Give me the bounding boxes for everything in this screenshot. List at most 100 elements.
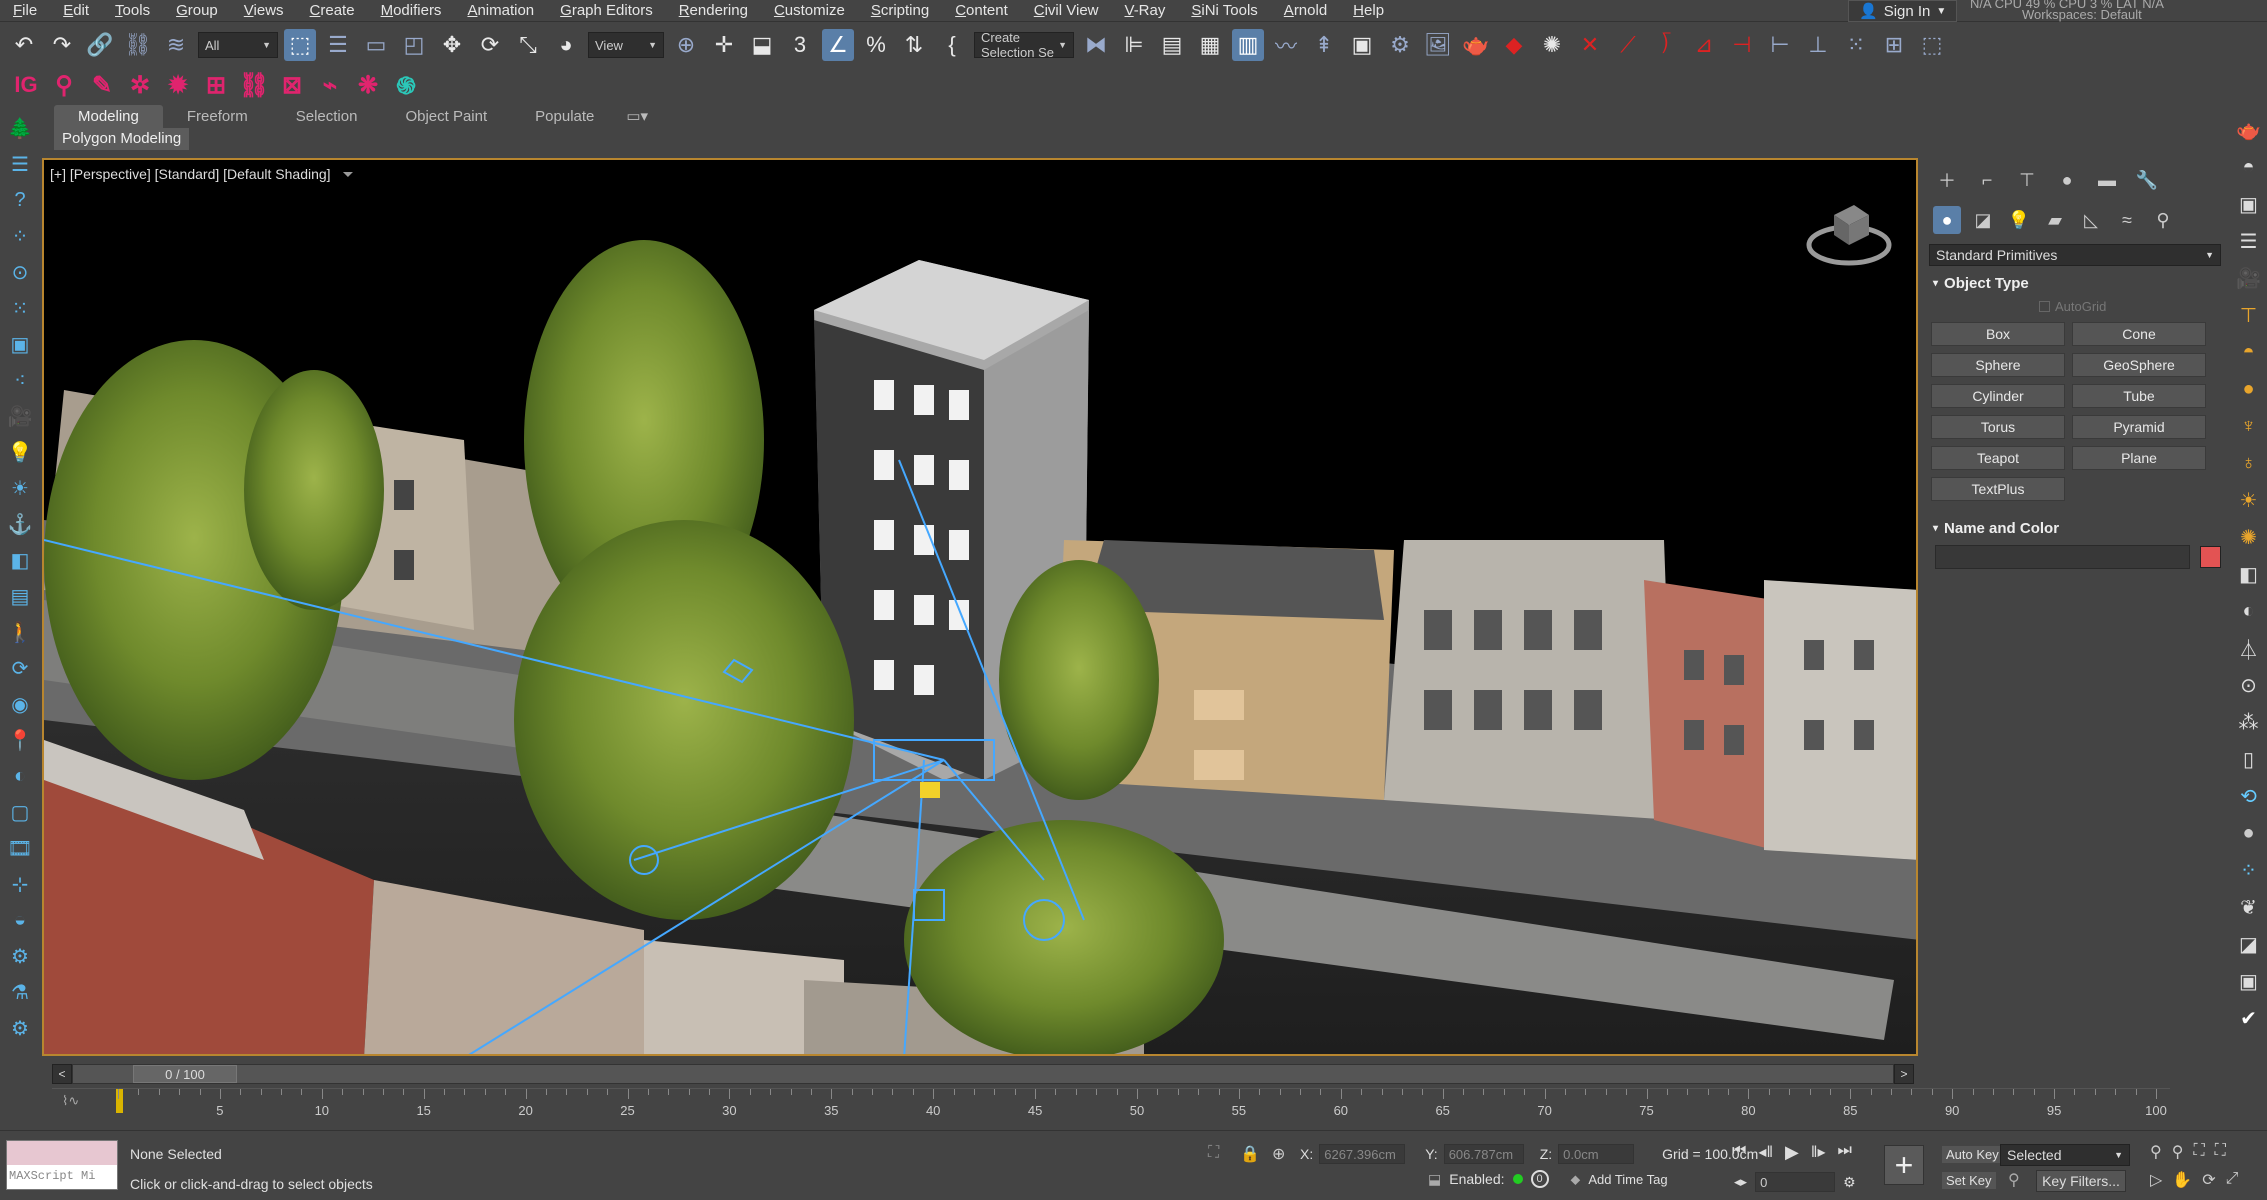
track-bar[interactable]: ⌇∿ 5 10 15 20 25 30 35 40 45 50 55 60 65 70 75 80 85 90 95… xyxy=(52,1088,2170,1126)
box-proxy-icon[interactable]: ◧ xyxy=(2234,558,2264,590)
menu-sini-tools[interactable]: SiNi Tools xyxy=(1178,2,1270,19)
x-coordinate-field[interactable]: 6267.396cm xyxy=(1319,1144,1406,1164)
object-type-rollout-header[interactable]: ▾ Object Type xyxy=(1929,272,2221,294)
menu-animation[interactable]: Animation xyxy=(454,2,547,19)
field-of-view-icon[interactable]: ▷ xyxy=(2150,1170,2162,1190)
camera-film-icon[interactable]: 🎥 xyxy=(2234,262,2264,294)
next-key-icon[interactable]: ‖▸ xyxy=(1811,1142,1826,1163)
select-icon[interactable]: ▣ xyxy=(4,328,36,360)
goto-end-icon[interactable]: ⏭ xyxy=(1838,1142,1852,1163)
helpers-icon[interactable]: ◺ xyxy=(2077,206,2105,234)
spline-tool-icon[interactable]: ⟌ xyxy=(1650,29,1682,61)
named-selection-dropdown[interactable]: Create Selection Se ▼ xyxy=(974,30,1074,60)
menu-rendering[interactable]: Rendering xyxy=(666,2,761,19)
tab-populate[interactable]: Populate xyxy=(511,105,618,128)
space-warps-icon[interactable]: ≈ xyxy=(2113,206,2141,234)
mirror-icon[interactable]: ⧓ xyxy=(1080,29,1112,61)
constraint-tool-icon[interactable]: ⊣ xyxy=(1726,29,1758,61)
menu-tools[interactable]: Tools xyxy=(102,2,163,19)
goto-start-icon[interactable]: ⏮ xyxy=(1732,1142,1746,1163)
perspective-viewport[interactable]: [+] [Perspective] [Standard] [Default Sh… xyxy=(42,158,1918,1056)
list-view-icon[interactable]: ☰ xyxy=(2234,225,2264,257)
viewport-label-text[interactable]: [+] [Perspective] [Standard] [Default Sh… xyxy=(50,166,331,182)
ik-tool-icon[interactable]: ⟋ xyxy=(1612,29,1644,61)
time-slider-track[interactable]: 0 / 100 xyxy=(72,1064,1894,1084)
set-key-big-button[interactable]: + xyxy=(1884,1145,1924,1185)
bind-space-warp-icon[interactable]: ≋ xyxy=(160,29,192,61)
pencil-icon[interactable]: ✎ xyxy=(86,69,118,101)
z-coordinate-field[interactable]: 0.0cm xyxy=(1558,1144,1635,1164)
light-icon[interactable]: 💡 xyxy=(4,436,36,468)
toggle-ribbon-icon[interactable]: ▥ xyxy=(1232,29,1264,61)
lights-icon[interactable]: 💡 xyxy=(2005,206,2033,234)
cameras-icon[interactable]: ▰ xyxy=(2041,206,2069,234)
grey-sphere-icon[interactable]: ● xyxy=(2234,817,2264,849)
flower-pink-icon[interactable]: ❋ xyxy=(352,69,384,101)
menu-edit[interactable]: Edit xyxy=(50,2,102,19)
snap-grid-icon[interactable]: ⁙ xyxy=(4,292,36,324)
key-filter-icon[interactable]: ⚲ xyxy=(2008,1170,2020,1190)
name-and-color-rollout-header[interactable]: ▾ Name and Color xyxy=(1929,517,2221,539)
move-icon[interactable]: ✥ xyxy=(436,29,468,61)
redo-icon[interactable]: ↷ xyxy=(46,29,78,61)
menu-scripting[interactable]: Scripting xyxy=(858,2,942,19)
link-icon[interactable]: 🔗 xyxy=(84,29,116,61)
camera-icon[interactable]: 🎥 xyxy=(4,400,36,432)
zero-counter-icon[interactable]: 0 xyxy=(1530,1170,1549,1188)
sphere-button[interactable]: Sphere xyxy=(1931,353,2065,377)
decal-icon[interactable]: ▯ xyxy=(2234,743,2264,775)
add-time-tag-button[interactable]: Add Time Tag xyxy=(1588,1172,1667,1187)
tab-selection[interactable]: Selection xyxy=(272,105,382,128)
zoom-extents-icon[interactable]: ⛶ xyxy=(2193,1142,2204,1162)
menu-content[interactable]: Content xyxy=(942,2,1021,19)
display-tab-icon[interactable]: ▬ xyxy=(2093,166,2121,194)
primitive-type-dropdown[interactable]: Standard Primitives ▼ xyxy=(1929,244,2221,266)
systems-icon[interactable]: ⚲ xyxy=(2149,206,2177,234)
menu-civil-view[interactable]: Civil View xyxy=(1021,2,1112,19)
set-key-button[interactable]: Set Key xyxy=(1942,1172,1996,1189)
adaptive-degradation-icon[interactable]: ⬓ xyxy=(1428,1171,1441,1188)
maxscript-listener[interactable]: MAXScript Mi xyxy=(6,1140,118,1190)
object-color-swatch[interactable] xyxy=(2199,546,2221,568)
sphere-light-icon[interactable]: ● xyxy=(2234,373,2264,405)
selection-filter-dropdown[interactable]: All ▼ xyxy=(198,32,278,58)
menu-customize[interactable]: Customize xyxy=(761,2,858,19)
create-tab-icon[interactable]: ＋ xyxy=(1933,166,1961,194)
tab-freeform[interactable]: Freeform xyxy=(163,105,272,128)
snaps-toggle-icon[interactable]: 3 xyxy=(784,29,816,61)
menu-v-ray[interactable]: V-Ray xyxy=(1112,2,1179,19)
material-ball-icon[interactable]: ◐ xyxy=(2234,595,2264,627)
refresh-icon[interactable]: ⟳ xyxy=(4,652,36,684)
clipper-icon[interactable]: ◪ xyxy=(2234,928,2264,960)
star-light-icon[interactable]: ✺ xyxy=(2234,521,2264,553)
help-icon[interactable]: ? xyxy=(4,184,36,216)
reference-coordinate-dropdown[interactable]: View ▼ xyxy=(588,32,664,58)
tube-button[interactable]: Tube xyxy=(2072,384,2206,408)
lock-icon[interactable]: ▣ xyxy=(2234,188,2264,220)
film-icon[interactable]: 🎞 xyxy=(4,832,36,864)
auto-key-button[interactable]: Auto Key xyxy=(1942,1146,2003,1163)
selection-lock-icon[interactable]: 🔒 xyxy=(1240,1144,1260,1164)
zoom-all-icon[interactable]: ⚲ xyxy=(2172,1142,2184,1162)
path-tool-icon[interactable]: ⊿ xyxy=(1688,29,1720,61)
shapes-icon[interactable]: ◪ xyxy=(1969,206,1997,234)
textplus-button[interactable]: TextPlus xyxy=(1931,477,2065,501)
utilities-tab-icon[interactable]: 🔧 xyxy=(2133,166,2161,194)
cube-icon[interactable]: ◧ xyxy=(4,544,36,576)
viewcube[interactable] xyxy=(1804,190,1894,280)
cylinder-icon[interactable]: ⊙ xyxy=(2234,669,2264,701)
play-icon[interactable]: ▶ xyxy=(1785,1142,1799,1163)
frame-icon[interactable]: ▢ xyxy=(4,796,36,828)
list-icon[interactable]: ☰ xyxy=(4,148,36,180)
lamp-icon[interactable]: ♆ xyxy=(2234,410,2264,442)
object-name-input[interactable] xyxy=(1935,545,2190,569)
prev-frame-icon[interactable]: < xyxy=(52,1064,72,1084)
ribbon-options-icon[interactable]: ▭▾ xyxy=(618,104,656,128)
keyboard-shortcut-icon[interactable]: ⬓ xyxy=(746,29,778,61)
plane-button[interactable]: Plane xyxy=(2072,446,2206,470)
material-editor-icon[interactable]: ▣ xyxy=(1346,29,1378,61)
geometry-icon[interactable]: ● xyxy=(1933,206,1961,234)
transform-icon[interactable]: ⊹ xyxy=(4,868,36,900)
multi-sphere-icon[interactable]: ⁘ xyxy=(2234,854,2264,886)
zoom-icon[interactable]: ⚲ xyxy=(2150,1142,2162,1162)
